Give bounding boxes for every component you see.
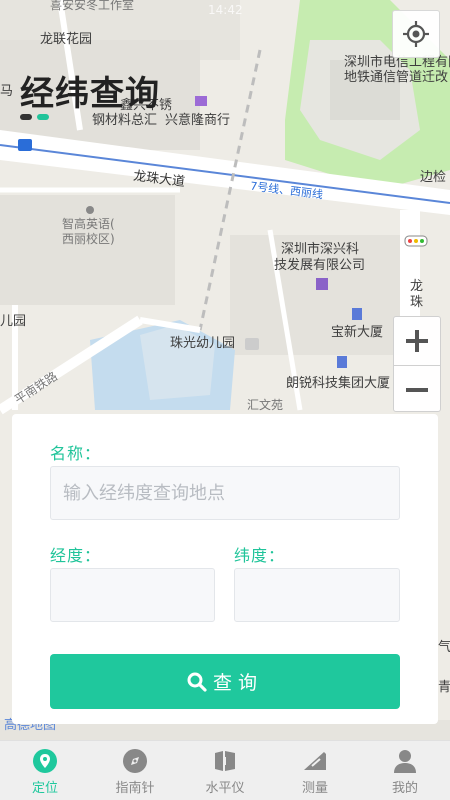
map-label: 宝新大厦 bbox=[331, 325, 384, 340]
map-label: 珠光幼儿园 bbox=[170, 336, 236, 351]
longitude-label: 经度： bbox=[50, 546, 102, 565]
tab-mine[interactable]: 我的 bbox=[360, 741, 450, 800]
user-icon bbox=[392, 748, 418, 774]
zoom-control bbox=[393, 316, 441, 412]
longitude-input[interactable] bbox=[50, 568, 215, 622]
map-label: 西丽校区) bbox=[62, 232, 115, 246]
tab-label: 我的 bbox=[391, 781, 418, 796]
tab-label: 指南针 bbox=[115, 781, 155, 796]
map-label: 龙 bbox=[410, 279, 424, 294]
zoom-in-button[interactable] bbox=[394, 317, 440, 365]
locate-button[interactable] bbox=[392, 10, 440, 58]
status-time: 14:42 bbox=[208, 3, 243, 17]
page-indicator bbox=[20, 114, 49, 120]
map-label: 地铁通信管道迁改 bbox=[344, 70, 449, 85]
compass-icon bbox=[122, 748, 148, 774]
map-label: 钢材料总汇 bbox=[92, 113, 158, 128]
map-label: 气 bbox=[438, 640, 450, 655]
tab-label: 定位 bbox=[31, 781, 58, 796]
map-label: 汇文苑 bbox=[247, 398, 284, 412]
zoom-out-button[interactable] bbox=[394, 365, 440, 413]
page-dot-active bbox=[37, 114, 49, 120]
latitude-label: 纬度： bbox=[234, 546, 286, 565]
map-label: 边检 bbox=[420, 170, 447, 185]
map-label: 智高英语( bbox=[62, 217, 115, 231]
search-button-label: 查询 bbox=[212, 672, 263, 694]
page-dot bbox=[20, 114, 32, 120]
bottom-tab-bar: 定位 指南针 水平仪 测量 我的 bbox=[0, 740, 450, 800]
tab-compass[interactable]: 指南针 bbox=[90, 741, 180, 800]
status-bar: 14:42 bbox=[0, 0, 450, 20]
tab-label: 测量 bbox=[301, 781, 328, 796]
map-label: 珠 bbox=[410, 295, 424, 310]
location-icon bbox=[32, 748, 58, 774]
name-label: 名称： bbox=[50, 444, 102, 463]
minus-icon bbox=[406, 387, 428, 392]
map-label: 儿园 bbox=[0, 314, 27, 329]
tab-level[interactable]: 水平仪 bbox=[180, 741, 270, 800]
map-label: 深圳市深兴科 bbox=[281, 242, 360, 257]
map-label: 技发展有限公司 bbox=[274, 258, 366, 273]
tab-location[interactable]: 定位 bbox=[0, 741, 90, 800]
ruler-icon bbox=[302, 748, 328, 774]
tab-measure[interactable]: 测量 bbox=[270, 741, 360, 800]
latitude-input[interactable] bbox=[234, 568, 400, 622]
map-label: 龙联花园 bbox=[40, 32, 93, 47]
map-label: 马 bbox=[0, 84, 14, 99]
app-title: 经纬查询 bbox=[20, 74, 160, 114]
plus-icon bbox=[406, 330, 428, 352]
name-input[interactable] bbox=[50, 466, 400, 520]
map-label: 青 bbox=[438, 680, 450, 695]
map-label: 朗锐科技集团大厦 bbox=[286, 376, 391, 391]
tab-label: 水平仪 bbox=[205, 781, 245, 796]
crosshair-icon bbox=[403, 21, 429, 47]
search-button[interactable]: 查询 bbox=[50, 654, 400, 709]
level-icon bbox=[212, 748, 238, 774]
map-label: 兴意隆商行 bbox=[165, 113, 231, 128]
query-panel: 名称： 经度： 纬度： 查询 bbox=[12, 414, 438, 724]
search-icon bbox=[187, 672, 207, 692]
